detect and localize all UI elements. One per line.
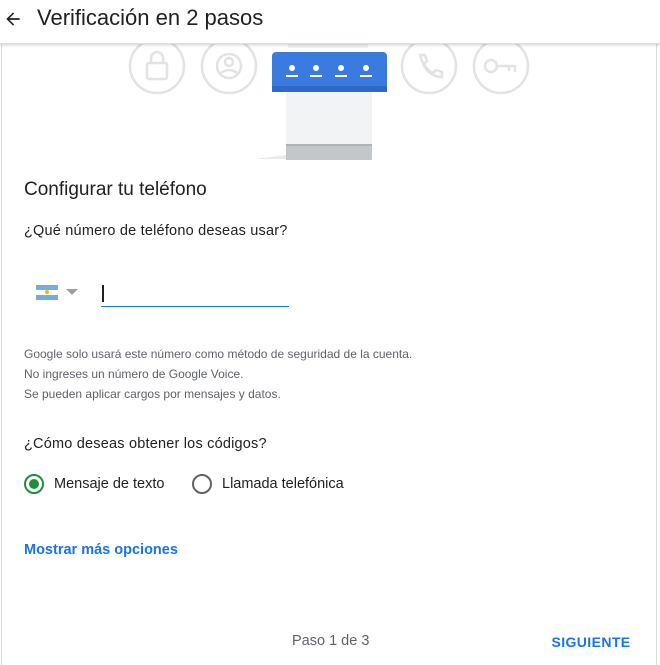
password-dots-icon bbox=[272, 52, 387, 92]
radio-text-message[interactable]: Mensaje de texto bbox=[24, 474, 164, 494]
phone-number-input[interactable] bbox=[101, 281, 289, 307]
radio-button-checked[interactable] bbox=[24, 474, 44, 494]
key-icon bbox=[472, 44, 530, 95]
more-options-link[interactable]: Mostrar más opciones bbox=[24, 542, 178, 558]
next-button[interactable]: SIGUIENTE bbox=[548, 627, 634, 657]
phone-device-illustration bbox=[255, 92, 372, 160]
phone-question: ¿Qué número de teléfono deseas usar? bbox=[24, 223, 288, 239]
country-selector[interactable] bbox=[30, 278, 90, 306]
security-illustration bbox=[128, 44, 530, 160]
section-title: Configurar tu teléfono bbox=[24, 179, 207, 200]
radio-button-unchecked[interactable] bbox=[192, 474, 212, 494]
step-indicator: Paso 1 de 3 bbox=[292, 633, 370, 649]
argentina-flag-icon bbox=[36, 284, 58, 300]
help-line: Se pueden aplicar cargos por mensajes y … bbox=[24, 387, 281, 401]
radio-label: Mensaje de texto bbox=[54, 476, 165, 492]
help-line: No ingreses un número de Google Voice. bbox=[24, 367, 244, 381]
app-bar: Verificación en 2 pasos bbox=[0, 0, 660, 44]
arrow-back-icon bbox=[6, 12, 20, 26]
account-icon bbox=[200, 44, 258, 95]
text-cursor bbox=[102, 285, 104, 302]
lock-icon bbox=[128, 44, 186, 95]
help-line: Google solo usará este número como métod… bbox=[24, 347, 413, 361]
phone-icon bbox=[400, 44, 458, 95]
method-question: ¿Cómo deseas obtener los códigos? bbox=[24, 436, 267, 452]
chevron-down-icon bbox=[66, 289, 78, 295]
radio-label: Llamada telefónica bbox=[222, 476, 344, 492]
page-title: Verificación en 2 pasos bbox=[37, 5, 264, 30]
help-text: Google solo usará este número como métod… bbox=[24, 344, 412, 404]
back-button[interactable] bbox=[0, 6, 26, 32]
radio-phone-call[interactable]: Llamada telefónica bbox=[192, 474, 344, 494]
